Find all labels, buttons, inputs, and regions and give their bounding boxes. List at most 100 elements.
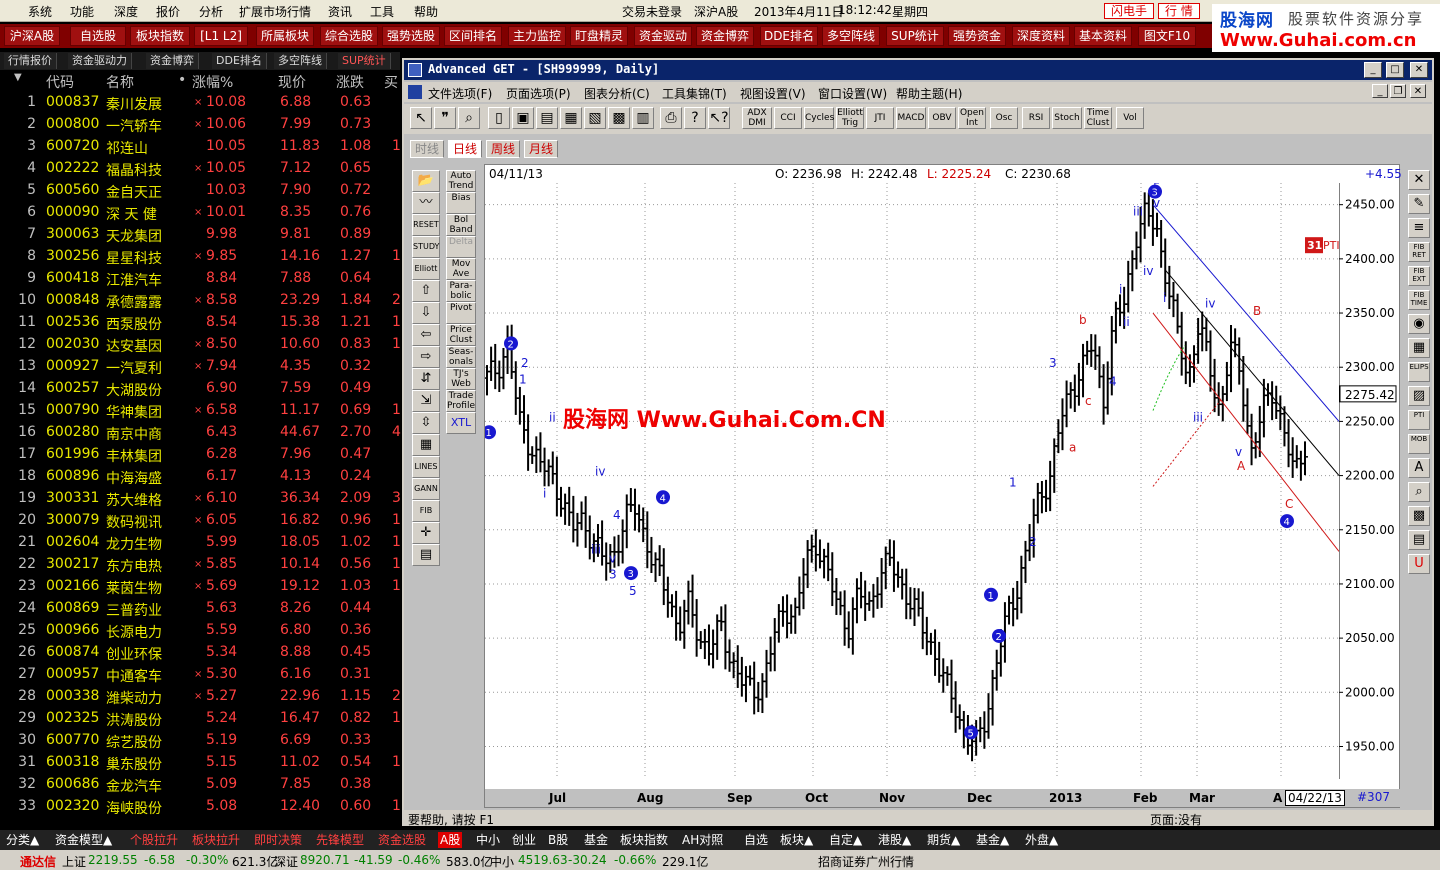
quote-row[interactable]: 19 300331 苏大维格 × 6.10 36.34 2.09 3 [0,488,402,510]
quote-icon[interactable]: ❞ [434,107,456,129]
subtab-quote[interactable]: 行情报价 [4,53,57,69]
quote-row[interactable]: 29 002325 洪涛股份 5.24 16.47 0.82 1 [0,708,402,730]
tool-mov-ave[interactable]: Mov Ave [446,258,476,280]
delete-icon[interactable]: ▧ [584,107,606,129]
lines-tool-icon[interactable]: ≡ [1408,218,1430,238]
col-bid[interactable]: 买 [384,72,398,92]
tb-longshort[interactable]: 多空阵线 [822,26,880,46]
pointer-icon[interactable]: ↖ [410,107,432,129]
close-icon[interactable]: ✕ [1410,62,1428,78]
fib-ret-tool[interactable]: FIB RET [1408,242,1430,262]
quote-row[interactable]: 8 300256 星星科技 × 9.85 14.16 1.27 1 [0,246,402,268]
cmenu-view[interactable]: 视图设置(V) [740,85,806,102]
grid-icon[interactable]: ▦ [412,434,440,456]
menu-quote[interactable]: 报价 [156,3,180,20]
quote-row[interactable]: 3 600720 祁连山 10.05 11.83 1.08 1 [0,136,402,158]
quote-row[interactable]: 15 000790 华神集团 × 6.58 11.17 0.69 1 [0,400,402,422]
tool-auto-trend[interactable]: Auto Trend [446,170,476,192]
bottom-tab[interactable]: 资金选股 [376,832,428,848]
quote-row[interactable]: 1 000837 秦川发展 × 10.08 6.88 0.63 [0,92,402,114]
new-icon[interactable]: ▯ [488,107,510,129]
tb-strong-select[interactable]: 强势选股 [382,26,440,46]
tool-bol-band[interactable]: Bol Band [446,214,476,236]
tool-delta[interactable]: Delta [446,236,476,258]
ellipse-tool[interactable]: ELIPS [1408,362,1430,382]
text-tool-icon[interactable]: A [1408,458,1430,478]
pti-tool[interactable]: PTI [1408,410,1430,430]
menu-function[interactable]: 功能 [70,3,94,20]
save-icon[interactable]: ▣ [512,107,534,129]
study-cci[interactable]: CCI [774,107,802,129]
study-macd[interactable]: MACD [896,107,926,129]
bottom-tab[interactable]: 基金 [582,832,610,848]
bottom-tab[interactable]: A股 [438,832,463,848]
clear-icon[interactable]: ▩ [608,107,630,129]
bottom-tab[interactable]: 期货▲ [925,832,962,848]
quote-row[interactable]: 21 002604 龙力生物 5.99 18.05 1.02 1 [0,532,402,554]
fib-time-tool[interactable]: FIB TIME [1408,290,1430,310]
study-elliott-trig[interactable]: Elliott Trig [836,107,864,129]
quote-row[interactable]: 20 300079 数码视讯 × 6.05 16.82 0.96 1 [0,510,402,532]
quote-row[interactable]: 25 000966 长源电力 5.59 6.80 0.36 [0,620,402,642]
mdi-close-icon[interactable]: ✕ [1410,84,1426,98]
study-open-int[interactable]: Open Int [958,107,986,129]
cmenu-page[interactable]: 页面选项(P) [506,85,571,102]
tb-fund-game[interactable]: 资金博弈 [696,26,754,46]
cmenu-chart[interactable]: 图表分析(C) [584,85,650,102]
flash-trade-button[interactable]: 闪电手 [1104,3,1155,19]
tb-depth-data[interactable]: 深度资料 [1012,26,1070,46]
reset-icon[interactable]: RESET [412,214,440,236]
mdi-restore-icon[interactable]: ❐ [1390,84,1406,98]
tool-price-clust[interactable]: Price Clust [446,324,476,346]
quote-row[interactable]: 22 300217 东方电热 × 5.85 10.14 0.56 1 [0,554,402,576]
bottom-tab[interactable]: 外盘▲ [1023,832,1060,848]
mob-tool[interactable]: MOB [1408,434,1430,454]
tb-watch-elf[interactable]: 盯盘精灵 [570,26,628,46]
subtab-dde[interactable]: DDE排名 [212,53,267,69]
tb-range-rank[interactable]: 区间排名 [444,26,502,46]
magnet-icon[interactable]: U [1408,554,1430,574]
quote-row[interactable]: 14 600257 大湖股份 6.90 7.59 0.49 [0,378,402,400]
expand-icon[interactable]: ⇲ [412,390,440,412]
subtab-fund-game[interactable]: 资金博弈 [146,53,199,69]
bottom-tab[interactable]: 资金模型▲ [53,832,114,848]
tb-f10[interactable]: 图文F10 [1138,26,1196,46]
bottom-tab[interactable]: 板块▲ [778,832,815,848]
lines-icon[interactable]: LINES [412,456,440,478]
quote-row[interactable]: 28 000338 潍柴动力 × 5.27 22.96 1.15 2 [0,686,402,708]
quote-row[interactable]: 31 600318 巢东股份 5.15 11.02 0.54 1 [0,752,402,774]
period-hour[interactable]: 时线 [410,140,444,158]
compress-icon[interactable]: ⇳ [412,412,440,434]
quote-row[interactable]: 24 600869 三普药业 5.63 8.26 0.44 [0,598,402,620]
folder-icon[interactable]: 📂 [412,170,440,192]
tb-basic-data[interactable]: 基本资料 [1074,26,1132,46]
tb-sup-stats[interactable]: SUP统计 [886,26,944,46]
tb-combined-select[interactable]: 综合选股 [320,26,378,46]
fib-icon[interactable]: FIB [412,500,440,522]
close-tool-icon[interactable]: ✕ [1408,170,1430,190]
study-rsi[interactable]: RSI [1022,107,1050,129]
menu-news[interactable]: 资讯 [328,3,352,20]
tb-level[interactable]: [L1 L2] [194,26,248,46]
bottom-tab[interactable]: 中小 [474,832,502,848]
quote-row[interactable]: 12 002030 达安基因 × 8.50 10.60 0.83 1 [0,334,402,356]
chart-icon[interactable]: ▤ [536,107,558,129]
period-week[interactable]: 周线 [486,140,520,158]
menu-analysis[interactable]: 分析 [199,3,223,20]
tb-fund-drive[interactable]: 资金驱动 [634,26,692,46]
wave-icon[interactable]: 〰 [412,192,440,214]
zoom-icon[interactable]: ⌕ [1408,482,1430,502]
quote-row[interactable]: 7 300063 天龙集团 9.98 9.81 0.89 [0,224,402,246]
context-help-icon[interactable]: ↖? [708,107,730,129]
bottom-tab[interactable]: 港股▲ [876,832,913,848]
study-stoch[interactable]: Stoch [1052,107,1082,129]
quote-row[interactable]: 17 601996 丰林集团 6.28 7.96 0.47 [0,444,402,466]
right-icon[interactable]: ⇨ [412,346,440,368]
quote-row[interactable]: 11 002536 西泵股份 8.54 15.38 1.21 1 [0,312,402,334]
tb-dde-rank[interactable]: DDE排名 [760,26,818,46]
maximize-icon[interactable]: □ [1386,62,1404,78]
sheet-icon[interactable]: ▤ [1408,530,1430,550]
col-change[interactable]: 涨跌 [336,72,364,92]
up-icon[interactable]: ⇧ [412,280,440,302]
tool-para-bolic[interactable]: Para- bolic [446,280,476,302]
